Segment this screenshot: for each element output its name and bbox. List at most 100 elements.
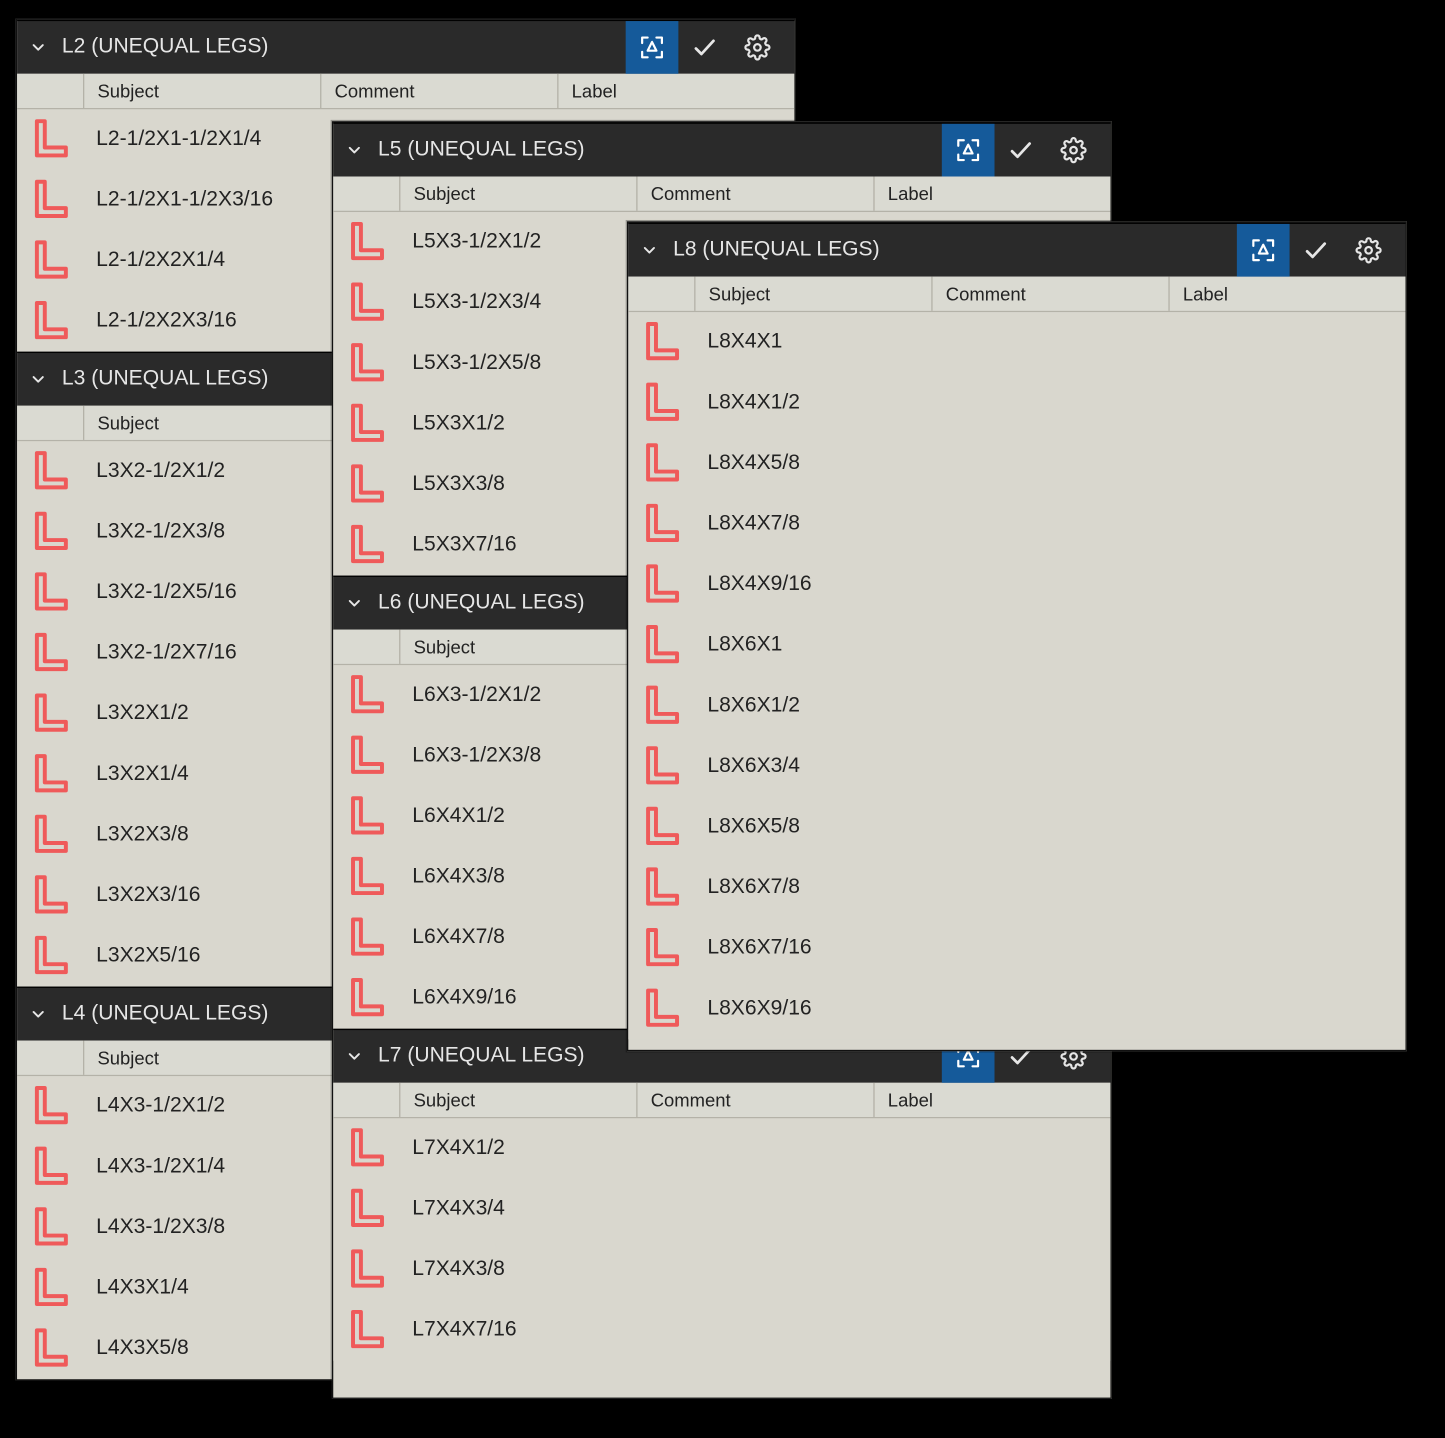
angle-icon bbox=[333, 854, 399, 901]
table-row[interactable]: L8X6X5/8 bbox=[628, 797, 1405, 858]
table-row[interactable]: L8X6X1/2 bbox=[628, 676, 1405, 737]
angle-icon bbox=[17, 872, 83, 919]
col-label: Label bbox=[559, 74, 795, 108]
col-subject: Subject bbox=[695, 277, 932, 311]
subject-cell: L8X4X1/2 bbox=[694, 391, 1405, 415]
panel-right: L8 (UNEQUAL LEGS)SubjectCommentLabelL8X4… bbox=[627, 221, 1407, 1051]
table-row[interactable]: L7X4X7/16 bbox=[333, 1300, 1110, 1361]
angle-icon bbox=[17, 690, 83, 737]
check-icon[interactable] bbox=[995, 124, 1048, 177]
rows: L7X4X1/2 L7X4X3/4 L7X4X3/8 L7X4X7/16 bbox=[333, 1118, 1110, 1360]
table-row[interactable]: L8X4X1/2 bbox=[628, 373, 1405, 434]
subject-cell: L8X6X5/8 bbox=[694, 815, 1405, 839]
angle-icon bbox=[628, 743, 694, 790]
col-comment: Comment bbox=[933, 277, 1170, 311]
table-row[interactable]: L8X6X9/16 bbox=[628, 979, 1405, 1040]
angle-icon bbox=[17, 237, 83, 284]
angle-icon bbox=[333, 793, 399, 840]
angle-icon bbox=[628, 804, 694, 851]
table-row[interactable]: L7X4X1/2 bbox=[333, 1118, 1110, 1179]
angle-icon bbox=[628, 561, 694, 608]
angle-icon bbox=[333, 1186, 399, 1233]
chevron-down-icon bbox=[344, 140, 365, 161]
angle-icon bbox=[333, 219, 399, 266]
expand-icon[interactable] bbox=[626, 21, 679, 74]
angle-icon bbox=[17, 1265, 83, 1312]
check-icon[interactable] bbox=[678, 21, 731, 74]
subject-cell: L8X4X9/16 bbox=[694, 573, 1405, 597]
angle-icon bbox=[628, 501, 694, 548]
angle-icon bbox=[333, 914, 399, 961]
table-row[interactable]: L8X6X1 bbox=[628, 615, 1405, 676]
angle-icon bbox=[17, 933, 83, 980]
gear-icon[interactable] bbox=[1342, 224, 1395, 277]
table-row[interactable]: L8X4X1 bbox=[628, 312, 1405, 373]
check-icon[interactable] bbox=[1290, 224, 1343, 277]
angle-icon bbox=[17, 508, 83, 555]
angle-icon bbox=[17, 1325, 83, 1372]
angle-icon bbox=[628, 925, 694, 972]
angle-icon bbox=[333, 1125, 399, 1172]
angle-icon bbox=[628, 440, 694, 487]
angle-icon bbox=[333, 1246, 399, 1293]
angle-icon bbox=[333, 461, 399, 508]
chevron-down-icon bbox=[28, 37, 49, 58]
table-row[interactable]: L8X6X3/4 bbox=[628, 736, 1405, 797]
angle-icon bbox=[628, 864, 694, 911]
section-header[interactable]: L8 (UNEQUAL LEGS) bbox=[628, 223, 1405, 277]
subject-cell: L8X4X7/8 bbox=[694, 512, 1405, 536]
subject-cell: L7X4X1/2 bbox=[399, 1137, 1110, 1161]
table-row[interactable]: L8X6X7/8 bbox=[628, 858, 1405, 919]
col-comment: Comment bbox=[638, 1083, 875, 1117]
section-title: L8 (UNEQUAL LEGS) bbox=[673, 238, 880, 262]
table-row[interactable]: L8X4X9/16 bbox=[628, 555, 1405, 616]
column-header: SubjectCommentLabel bbox=[333, 1083, 1110, 1119]
angle-icon bbox=[333, 672, 399, 719]
angle-icon bbox=[333, 1307, 399, 1354]
col-label: Label bbox=[1170, 277, 1406, 311]
angle-icon bbox=[333, 340, 399, 387]
table-row[interactable]: L7X4X3/4 bbox=[333, 1179, 1110, 1240]
chevron-down-icon bbox=[344, 1046, 365, 1067]
table-row[interactable]: L8X6X7/16 bbox=[628, 918, 1405, 979]
column-header: SubjectCommentLabel bbox=[628, 277, 1405, 313]
gear-icon[interactable] bbox=[1047, 124, 1100, 177]
subject-cell: L8X6X7/8 bbox=[694, 876, 1405, 900]
expand-icon[interactable] bbox=[1237, 224, 1290, 277]
angle-icon bbox=[17, 1083, 83, 1130]
table-row[interactable]: L7X4X3/8 bbox=[333, 1240, 1110, 1301]
section-title: L5 (UNEQUAL LEGS) bbox=[378, 138, 585, 162]
table-row[interactable]: L8X4X7/8 bbox=[628, 494, 1405, 555]
chevron-down-icon bbox=[28, 369, 49, 390]
angle-icon bbox=[17, 116, 83, 163]
col-subject: Subject bbox=[400, 1083, 637, 1117]
subject-cell: L7X4X7/16 bbox=[399, 1319, 1110, 1343]
section-header[interactable]: L5 (UNEQUAL LEGS) bbox=[333, 123, 1110, 177]
angle-icon bbox=[333, 279, 399, 326]
angle-icon bbox=[333, 522, 399, 569]
subject-cell: L8X6X3/4 bbox=[694, 755, 1405, 779]
rows: L8X4X1 L8X4X1/2 L8X4X5/8 L8X4X7/8 L8X4X9/16 L… bbox=[628, 312, 1405, 1039]
angle-icon bbox=[628, 985, 694, 1032]
angle-icon bbox=[333, 400, 399, 447]
subject-cell: L8X6X9/16 bbox=[694, 997, 1405, 1021]
gear-icon[interactable] bbox=[731, 21, 784, 74]
col-subject: Subject bbox=[400, 177, 637, 211]
subject-cell: L8X6X1/2 bbox=[694, 694, 1405, 718]
section-header[interactable]: L2 (UNEQUAL LEGS) bbox=[17, 20, 794, 74]
table-row[interactable]: L8X4X5/8 bbox=[628, 433, 1405, 494]
col-label: Label bbox=[875, 177, 1111, 211]
col-subject: Subject bbox=[84, 74, 321, 108]
col-comment: Comment bbox=[321, 74, 558, 108]
subject-cell: L8X6X1 bbox=[694, 634, 1405, 658]
expand-icon[interactable] bbox=[942, 124, 995, 177]
subject-cell: L7X4X3/8 bbox=[399, 1258, 1110, 1282]
chevron-down-icon bbox=[344, 593, 365, 614]
angle-icon bbox=[628, 682, 694, 729]
section-title: L2 (UNEQUAL LEGS) bbox=[62, 36, 269, 60]
angle-icon bbox=[17, 177, 83, 224]
chevron-down-icon bbox=[639, 240, 660, 261]
angle-icon bbox=[17, 630, 83, 677]
chevron-down-icon bbox=[28, 1004, 49, 1025]
col-comment: Comment bbox=[638, 177, 875, 211]
